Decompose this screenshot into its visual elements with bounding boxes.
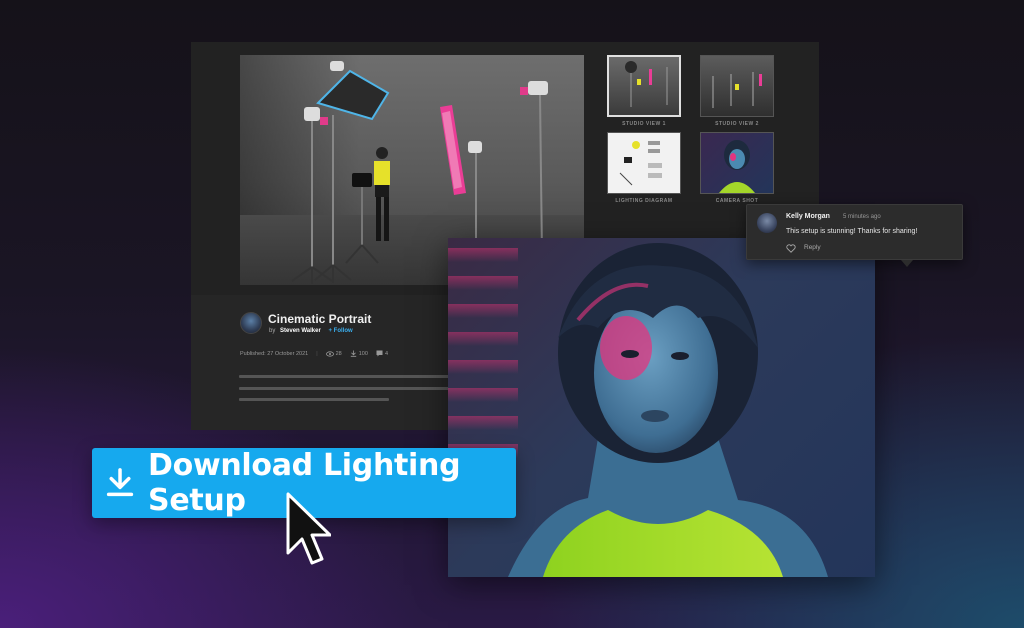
window-blinds-light (448, 248, 518, 458)
right-strobe (520, 81, 548, 256)
views-count: 28 (325, 350, 342, 357)
mouse-pointer-icon (286, 492, 331, 565)
commenter-name[interactable]: Kelly Morgan (786, 213, 830, 220)
post-title: Cinematic Portrait (268, 312, 372, 326)
portrait-photo[interactable] (448, 238, 875, 577)
download-icon (350, 350, 356, 357)
thumbnail-studio-view-2[interactable]: STUDIO VIEW 2 (700, 55, 774, 127)
comment-tail (901, 260, 913, 267)
meta-separator: | (316, 350, 318, 357)
heart-icon[interactable] (786, 244, 796, 253)
author-avatar[interactable] (240, 312, 262, 334)
reply-button[interactable]: Reply (804, 244, 821, 251)
model-figure (374, 147, 390, 241)
commenter-avatar[interactable] (757, 213, 777, 233)
download-icon (106, 468, 134, 497)
thumbnail-camera-shot[interactable]: CAMERA SHOT (700, 132, 774, 204)
thumbnail-studio-view-1[interactable]: STUDIO VIEW 1 (607, 55, 681, 127)
downloads-count: 100 (350, 350, 368, 357)
eye-icon (325, 350, 334, 357)
thumbnail-caption: STUDIO VIEW 1 (622, 121, 666, 127)
description-placeholder-line (239, 398, 389, 401)
download-button-label: Download Lighting Setup (148, 448, 461, 518)
comment-timestamp: 5 minutes ago (843, 214, 881, 220)
thumbnail-lighting-diagram[interactable]: LIGHTING DIAGRAM (607, 132, 681, 204)
comments-count: 4 (376, 350, 388, 357)
portrait-illustration (448, 243, 828, 577)
published-date: Published: 27 October 2021 (240, 350, 309, 357)
camera-tripod (345, 173, 379, 264)
comment-card: Kelly Morgan 5 minutes ago This setup is… (746, 204, 963, 267)
left-strobe (291, 107, 333, 284)
comment-text: This setup is stunning! Thanks for shari… (786, 228, 918, 235)
follow-button[interactable]: + Follow (328, 328, 352, 334)
post-byline: by Steven Walker + Follow (269, 328, 353, 334)
thumbnail-caption: LIGHTING DIAGRAM (615, 198, 673, 204)
author-name-link[interactable]: Steven Walker (280, 328, 321, 334)
comment-icon (376, 350, 383, 357)
thumbnail-caption: STUDIO VIEW 2 (715, 121, 759, 127)
post-meta: Published: 27 October 2021 | 28 100 4 (240, 350, 388, 357)
